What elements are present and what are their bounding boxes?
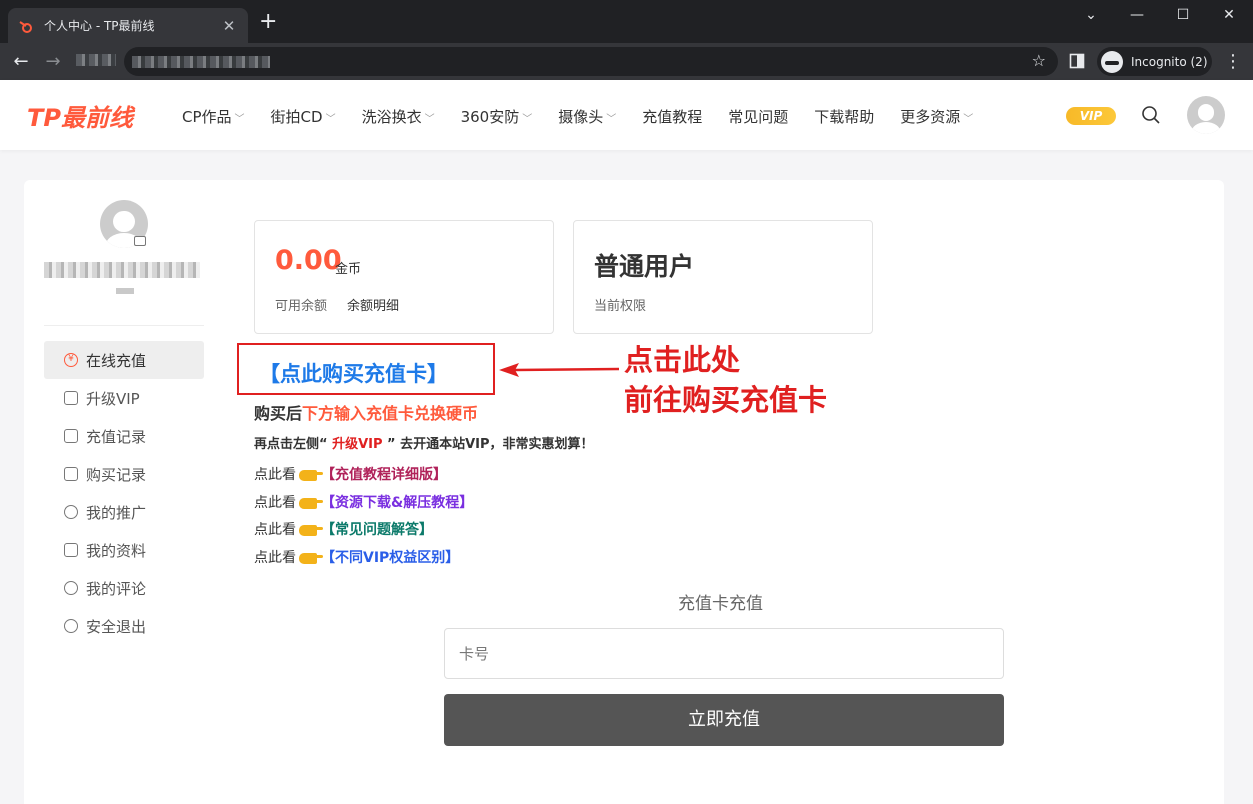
recharge-submit-button[interactable]: 立即充值 (444, 694, 1004, 746)
header-avatar[interactable] (1187, 96, 1225, 134)
power-icon (64, 619, 78, 633)
sidebar-item-my-promotion[interactable]: 我的推广 (44, 493, 204, 531)
chevron-down-icon: ﹀ (963, 114, 974, 125)
main-nav: CP作品 ﹀ 街拍CD ﹀ 洗浴换衣 ﹀ 360安防 ﹀ 摄像头 ﹀ 充值教程 常见问题 … (182, 106, 999, 127)
share-icon (64, 505, 78, 519)
sidebar-menu: ¥ 在线充值 升级VIP 充值记录 购买记录 我的推广 我的资料 我的评论 安全… (44, 341, 204, 645)
browser-tab[interactable]: 个人中心 - TP最前线 ✕ (8, 8, 248, 43)
maximize-button[interactable]: ☐ (1160, 5, 1206, 29)
incognito-indicator[interactable]: Incognito (2) (1097, 47, 1212, 76)
annotation-arrow-icon (499, 363, 619, 377)
user-sidebar: ¥ 在线充值 升级VIP 充值记录 购买记录 我的推广 我的资料 我的评论 安全… (24, 180, 224, 804)
incognito-label: Incognito (2) (1131, 54, 1208, 69)
role-card: 普通用户 当前权限 (573, 220, 873, 334)
new-tab-icon[interactable]: + (259, 11, 277, 33)
address-bar[interactable]: ☆ (124, 47, 1058, 76)
tab-close-icon[interactable]: ✕ (220, 17, 238, 35)
back-arrow-icon[interactable]: ← (10, 51, 32, 73)
incognito-icon (1101, 50, 1123, 73)
comment-icon (64, 581, 78, 595)
forward-arrow-icon[interactable]: → (42, 51, 64, 73)
download-tutorial-link[interactable]: 【资源下载&解压教程】 (321, 495, 473, 511)
sidebar-divider (44, 325, 204, 326)
after-purchase-text: 购买后下方输入充值卡兑换硬币 (254, 404, 479, 423)
role-label: 当前权限 (594, 299, 647, 314)
nav-item-camera[interactable]: 摄像头 ﹀ (558, 106, 616, 127)
bookmark-star-icon[interactable]: ☆ (1032, 51, 1046, 70)
chevron-down-icon: ﹀ (606, 114, 617, 125)
sidebar-item-purchase-records[interactable]: 购买记录 (44, 455, 204, 493)
pointing-hand-icon (299, 552, 323, 564)
browser-menu-icon[interactable]: ⋮ (1222, 51, 1244, 73)
guide-link-row: 点此看 【资源下载&解压教程】 (254, 495, 474, 511)
main-content: 0.00 金币 可用余额 余额明细 普通用户 当前权限 【点此购买充值卡】 点击… (224, 180, 1224, 804)
sidebar-item-my-comments[interactable]: 我的评论 (44, 569, 204, 607)
nav-item-faq[interactable]: 常见问题 (728, 106, 788, 127)
balance-detail-link[interactable]: 余额明细 (347, 295, 399, 314)
buy-card-highlight-box: 【点此购买充值卡】 (237, 343, 495, 395)
recharge-card-title: 充值卡充值 (678, 594, 763, 614)
chevron-down-icon: ﹀ (424, 114, 435, 125)
nav-item-street[interactable]: 街拍CD ﹀ (271, 106, 336, 127)
buy-card-link[interactable]: 【点此购买充值卡】 (259, 358, 448, 388)
balance-label: 可用余额 (275, 299, 328, 314)
vip-tip-text: 再点击左侧“ 升级VIP ” 去开通本站VIP，非常实惠划算！ (254, 437, 594, 452)
yen-icon: ¥ (64, 353, 78, 367)
site-header: TP最前线 CP作品 ﹀ 街拍CD ﹀ 洗浴换衣 ﹀ 360安防 ﹀ 摄像头 ﹀ 充值教程… (0, 80, 1253, 150)
guide-link-row: 点此看 【充值教程详细版】 (254, 467, 447, 483)
sidebar-item-logout[interactable]: 安全退出 (44, 607, 204, 645)
sidebar-item-online-recharge[interactable]: ¥ 在线充值 (44, 341, 204, 379)
sidebar-item-recharge-records[interactable]: 充值记录 (44, 417, 204, 455)
camera-icon[interactable] (134, 236, 146, 246)
balance-amount: 0.00 (275, 245, 342, 276)
bag-icon (64, 467, 78, 481)
nav-item-more[interactable]: 更多资源 ﹀ (900, 106, 973, 127)
browser-toolbar: ← → ☆ Incognito (2) ⋮ (0, 43, 1253, 80)
vip-benefits-link[interactable]: 【不同VIP权益区别】 (321, 550, 459, 566)
balance-card: 0.00 金币 可用余额 余额明细 (254, 220, 554, 334)
nav-item-download-help[interactable]: 下载帮助 (814, 106, 874, 127)
tab-search-chevron-icon[interactable]: ⌄ (1068, 5, 1114, 29)
guide-link-row: 点此看 【常见问题解答】 (254, 522, 433, 538)
pointing-hand-icon (299, 524, 323, 536)
nav-item-recharge-guide[interactable]: 充值教程 (642, 106, 702, 127)
id-card-icon (64, 543, 78, 557)
user-info-blurred (116, 288, 134, 294)
nav-item-cp[interactable]: CP作品 ﹀ (182, 106, 245, 127)
url-blurred (132, 56, 270, 68)
recharge-tutorial-link[interactable]: 【充值教程详细版】 (321, 467, 447, 483)
sidebar-item-my-profile[interactable]: 我的资料 (44, 531, 204, 569)
annotation-text: 点击此处 前往购买充值卡 (624, 343, 828, 417)
side-panel-icon[interactable] (1069, 53, 1085, 69)
close-window-button[interactable]: ✕ (1206, 5, 1252, 29)
card-number-input[interactable] (444, 628, 1004, 679)
chevron-down-icon: ﹀ (522, 114, 533, 125)
pointing-hand-icon (299, 497, 323, 509)
site-logo[interactable]: TP最前线 (27, 98, 133, 133)
nav-item-bath[interactable]: 洗浴换衣 ﹀ (362, 106, 435, 127)
chevron-down-icon: ﹀ (325, 114, 336, 125)
sidebar-item-upgrade-vip[interactable]: 升级VIP (44, 379, 204, 417)
site-favicon-icon (19, 20, 32, 33)
vip-badge[interactable]: VIP (1066, 107, 1116, 125)
search-icon[interactable] (1141, 105, 1161, 125)
username-blurred (44, 262, 200, 278)
faq-link[interactable]: 【常见问题解答】 (321, 522, 433, 538)
guide-link-row: 点此看 【不同VIP权益区别】 (254, 550, 460, 566)
wallet-icon (64, 429, 78, 443)
crown-icon (64, 391, 78, 405)
pointing-hand-icon (299, 469, 323, 481)
browser-titlebar: 个人中心 - TP最前线 ✕ + ⌄ — ☐ ✕ (0, 0, 1253, 43)
balance-unit: 金币 (335, 262, 362, 277)
reload-blurred (76, 54, 116, 66)
minimize-button[interactable]: — (1114, 5, 1160, 29)
chevron-down-icon: ﹀ (234, 114, 245, 125)
tab-title: 个人中心 - TP最前线 (44, 19, 155, 33)
role-name: 普通用户 (594, 252, 695, 281)
nav-item-360[interactable]: 360安防 ﹀ (461, 106, 533, 127)
